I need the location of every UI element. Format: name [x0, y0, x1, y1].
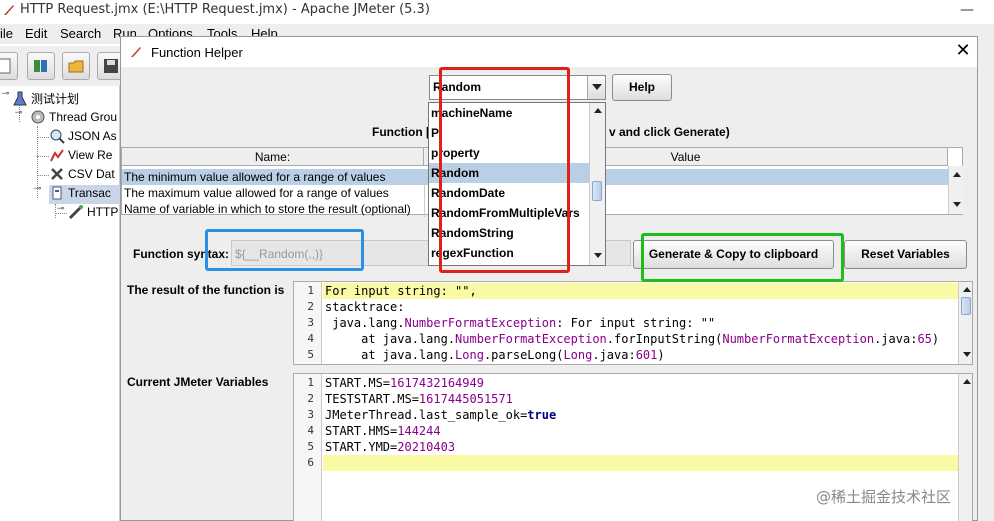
- transaction-controller-icon: [52, 186, 62, 200]
- code-line: For input string: "",: [323, 283, 958, 299]
- scroll-up-icon[interactable]: [949, 168, 963, 182]
- param-name: The minimum value allowed for a range of…: [124, 170, 386, 184]
- main-window-title: HTTP Request.jmx (E:\HTTP Request.jmx) -…: [20, 2, 430, 17]
- new-icon[interactable]: [0, 52, 18, 80]
- line-number: 4: [307, 332, 314, 345]
- dialog-titlebar: Function Helper ✕: [121, 37, 977, 67]
- scroll-down-icon[interactable]: [949, 198, 963, 212]
- param-name: The maximum value allowed for a range of…: [124, 186, 389, 200]
- code-line: at java.lang.NumberFormatException.forIn…: [325, 332, 940, 346]
- function-params-label-tail: v and click Generate): [609, 125, 730, 139]
- close-icon[interactable]: ✕: [953, 41, 973, 61]
- line-number: 5: [307, 440, 314, 453]
- code-line: START.YMD=20210403: [325, 440, 456, 454]
- table-scrollbar[interactable]: [948, 166, 963, 214]
- dropdown-option-selected[interactable]: Random: [429, 163, 589, 183]
- line-number: 6: [307, 456, 314, 469]
- column-header-name[interactable]: Name:: [122, 148, 424, 166]
- tree-item-test-plan[interactable]: 测试计划: [12, 90, 79, 109]
- scroll-down-icon[interactable]: [590, 249, 605, 263]
- http-sampler-icon: [68, 205, 83, 220]
- tree-item-http-request[interactable]: HTTP: [68, 204, 118, 223]
- tree-toggle-transaction[interactable]: ⊸: [33, 185, 42, 194]
- csv-data-icon: [51, 168, 63, 180]
- chevron-down-icon[interactable]: [587, 76, 605, 99]
- code-line: START.MS=1617432164949: [325, 376, 484, 390]
- open-icon[interactable]: [62, 52, 90, 80]
- code-line: TESTSTART.MS=1617445051571: [325, 392, 513, 406]
- dropdown-option[interactable]: P: [429, 123, 589, 143]
- test-plan-tree: ⊸ ⊸ ⊸ ⊸ 测试计划 Thread Grou JSON As View Re…: [0, 86, 120, 521]
- menu-file[interactable]: ile: [0, 26, 13, 41]
- result-label: The result of the function is: [127, 283, 285, 297]
- code-line: at java.lang.Long.parseLong(Long.java:60…: [325, 348, 665, 362]
- tree-item-json-assertion[interactable]: JSON As: [49, 128, 117, 147]
- function-syntax-label: Function syntax:: [133, 247, 230, 261]
- dropdown-scrollbar[interactable]: [589, 103, 605, 265]
- variables-label: Current JMeter Variables: [127, 375, 269, 389]
- function-syntax-value: ${__Random(,,)}: [235, 247, 324, 261]
- menu-edit[interactable]: Edit: [25, 26, 47, 41]
- line-number: 2: [307, 392, 314, 405]
- test-plan-icon: [13, 91, 27, 105]
- line-number: 4: [307, 424, 314, 437]
- main-window-right-edge: [976, 44, 994, 521]
- function-select-value: Random: [433, 80, 481, 94]
- dropdown-option[interactable]: RandomDate: [429, 183, 589, 203]
- param-name: Name of variable in which to store the r…: [124, 202, 411, 216]
- line-number: 5: [307, 348, 314, 361]
- reset-variables-button[interactable]: Reset Variables: [844, 240, 967, 269]
- line-number: 2: [307, 300, 314, 313]
- scroll-down-icon[interactable]: [959, 348, 972, 362]
- watermark: @稀土掘金技术社区: [816, 488, 952, 506]
- tree-item-transaction-controller[interactable]: Transac: [49, 185, 120, 204]
- jmeter-feather-icon: [131, 47, 141, 57]
- line-number: 1: [307, 284, 314, 297]
- generate-copy-button[interactable]: Generate & Copy to clipboard: [633, 240, 834, 269]
- scroll-up-icon[interactable]: [959, 375, 972, 389]
- line-number: 3: [307, 408, 314, 421]
- tree-toggle-http[interactable]: ⊸: [56, 205, 65, 214]
- templates-icon[interactable]: [27, 52, 55, 80]
- dialog-title: Function Helper: [151, 45, 243, 60]
- tree-item-csv-data[interactable]: CSV Dat: [49, 166, 115, 185]
- function-select[interactable]: Random: [429, 75, 606, 100]
- code-line-current: [323, 455, 958, 471]
- line-number: 3: [307, 316, 314, 329]
- jmeter-feather-icon: [4, 5, 14, 15]
- view-results-icon: [50, 149, 64, 162]
- menu-search[interactable]: Search: [60, 26, 101, 41]
- tree-item-thread-group[interactable]: Thread Grou: [30, 109, 117, 128]
- main-toolbar: [0, 46, 130, 86]
- function-dropdown-list: machineName P property Random RandomDate…: [428, 102, 606, 266]
- code-line: java.lang.NumberFormatException: For inp…: [325, 316, 716, 330]
- code-line: START.HMS=144244: [325, 424, 441, 438]
- variables-scrollbar[interactable]: [958, 374, 972, 521]
- tree-item-view-results[interactable]: View Re: [49, 147, 112, 166]
- result-scrollbar[interactable]: [958, 282, 972, 364]
- result-editor[interactable]: 1 2 3 4 5 For input string: "", stacktra…: [293, 281, 973, 365]
- code-line: stacktrace:: [325, 300, 405, 314]
- dropdown-option[interactable]: RandomString: [429, 223, 589, 243]
- tree-toggle-thread-group[interactable]: ⊸: [14, 109, 23, 118]
- dropdown-option[interactable]: regexFunction: [429, 243, 589, 263]
- minimize-button[interactable]: —: [952, 2, 982, 18]
- json-assertion-icon: [50, 129, 65, 144]
- code-line: JMeterThread.last_sample_ok=true: [325, 408, 557, 422]
- thread-group-icon: [31, 110, 45, 124]
- main-window-titlebar: HTTP Request.jmx (E:\HTTP Request.jmx) -…: [0, 0, 994, 22]
- scroll-up-icon[interactable]: [590, 104, 605, 118]
- help-button[interactable]: Help: [612, 74, 672, 101]
- dropdown-option[interactable]: RandomFromMultipleVars: [429, 203, 589, 223]
- dropdown-option[interactable]: machineName: [429, 103, 589, 123]
- dropdown-option[interactable]: property: [429, 143, 589, 163]
- function-helper-dialog: Function Helper ✕ Random Help Function […: [120, 36, 978, 521]
- line-number: 1: [307, 376, 314, 389]
- tree-toggle-test-plan[interactable]: ⊸: [1, 90, 10, 99]
- scroll-thumb[interactable]: [961, 297, 971, 315]
- scroll-up-icon[interactable]: [959, 283, 972, 297]
- scroll-thumb[interactable]: [592, 181, 602, 201]
